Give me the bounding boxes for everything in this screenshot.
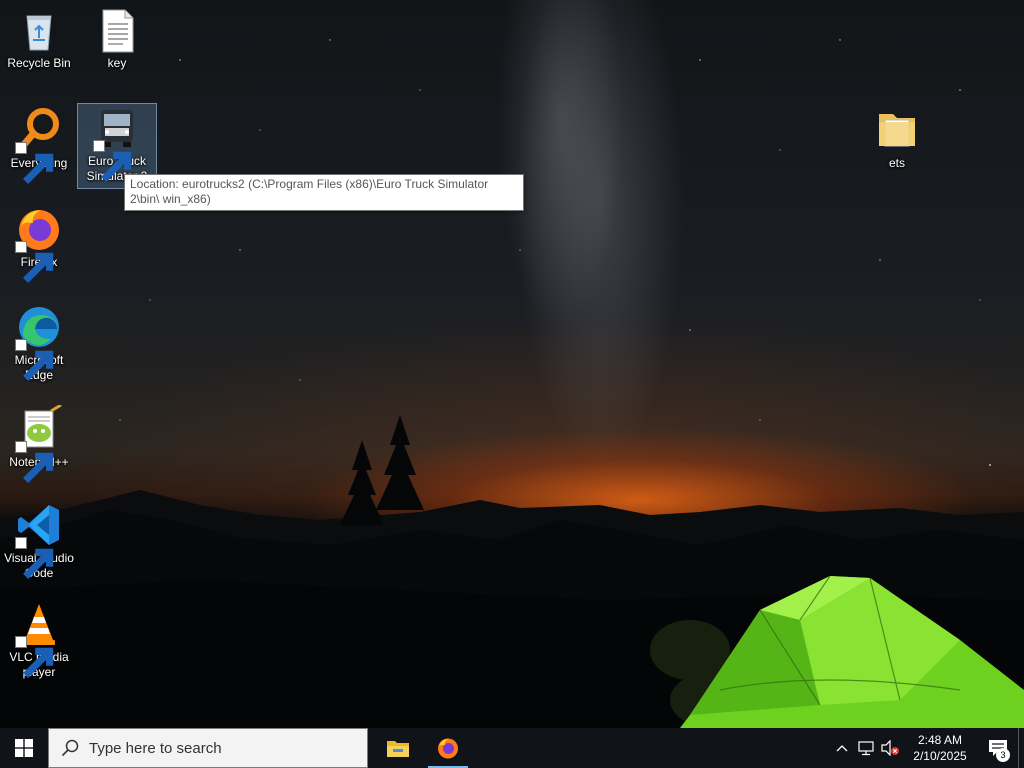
desktop-icon-firefox[interactable]: Firefox bbox=[0, 205, 78, 283]
volume-button[interactable] bbox=[878, 728, 902, 768]
taskbar-clock[interactable]: 2:48 AM 2/10/2025 bbox=[902, 732, 978, 764]
desktop-icon-notepad-plus-plus[interactable]: Notepad++ bbox=[0, 403, 78, 483]
shortcut-arrow-icon bbox=[15, 441, 54, 483]
desktop-icon-vlc-media-player[interactable]: VLC media player bbox=[0, 600, 78, 680]
taskbar-firefox[interactable] bbox=[424, 728, 472, 768]
desktop-icon-microsoft-edge[interactable]: Microsoft Edge bbox=[0, 303, 78, 383]
text-file-icon bbox=[93, 6, 141, 54]
everything-search-icon bbox=[15, 106, 63, 184]
start-button[interactable] bbox=[0, 728, 48, 768]
search-placeholder: Type here to search bbox=[89, 739, 222, 757]
icon-label: ets bbox=[888, 156, 905, 170]
icon-label: Recycle Bin bbox=[7, 56, 71, 70]
shortcut-arrow-icon bbox=[15, 339, 54, 381]
vscode-icon bbox=[15, 501, 63, 579]
desktop-icon-everything[interactable]: Everything bbox=[0, 106, 78, 184]
notepad-plus-plus-icon bbox=[15, 403, 63, 483]
network-icon bbox=[858, 741, 874, 756]
taskbar-search-box[interactable]: Type here to search bbox=[48, 728, 368, 768]
shortcut-arrow-icon bbox=[15, 142, 54, 184]
desktop-icon-ets-folder[interactable]: ets bbox=[858, 106, 936, 171]
show-desktop-button[interactable] bbox=[1018, 728, 1024, 768]
network-status-button[interactable] bbox=[854, 728, 878, 768]
shortcut-arrow-icon bbox=[15, 241, 54, 283]
firefox-icon bbox=[438, 738, 458, 759]
clock-date: 2/10/2025 bbox=[913, 749, 967, 763]
search-icon bbox=[61, 739, 79, 757]
location-tooltip: Location: eurotrucks2 (C:\Program Files … bbox=[124, 174, 524, 211]
windows-logo-icon bbox=[15, 739, 33, 757]
show-hidden-icons-button[interactable] bbox=[830, 728, 854, 768]
system-tray: 2:48 AM 2/10/2025 3 bbox=[830, 728, 1024, 768]
folder-icon bbox=[873, 106, 921, 154]
shortcut-arrow-icon bbox=[93, 140, 132, 182]
clock-time: 2:48 AM bbox=[917, 733, 963, 747]
icon-label: key bbox=[107, 56, 127, 70]
taskbar: Type here to search 2:48 AM 2/10/2025 3 bbox=[0, 728, 1024, 768]
chevron-up-icon bbox=[836, 745, 848, 752]
file-explorer-icon bbox=[387, 741, 409, 757]
shortcut-arrow-icon bbox=[15, 636, 54, 678]
euro-truck-simulator-icon bbox=[93, 104, 141, 182]
vlc-icon bbox=[15, 600, 63, 678]
desktop-icon-recycle-bin[interactable]: Recycle Bin bbox=[0, 6, 78, 71]
edge-icon bbox=[15, 303, 63, 381]
action-center-button[interactable]: 3 bbox=[978, 728, 1018, 768]
desktop-icon-key[interactable]: key bbox=[78, 6, 156, 71]
volume-muted-icon bbox=[881, 740, 899, 756]
notification-count-badge: 3 bbox=[996, 748, 1010, 762]
firefox-icon bbox=[15, 205, 63, 283]
recycle-bin-icon bbox=[15, 6, 63, 54]
desktop-icon-visual-studio-code[interactable]: Visual Studio Code bbox=[0, 501, 78, 581]
taskbar-file-explorer[interactable] bbox=[374, 728, 422, 768]
shortcut-arrow-icon bbox=[15, 537, 54, 579]
